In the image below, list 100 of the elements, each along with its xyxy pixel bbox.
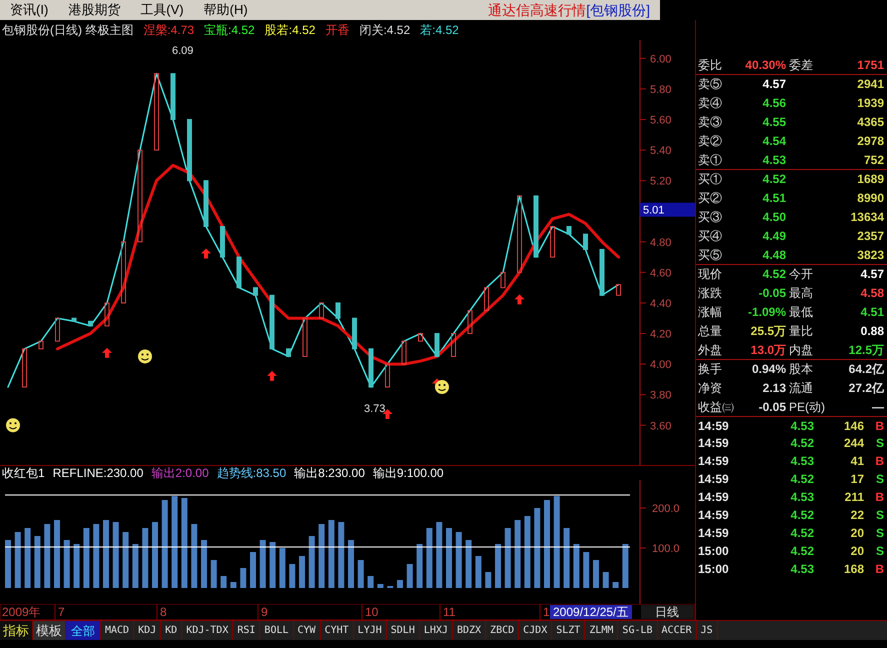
quote-label: 涨跌: [698, 284, 723, 302]
order-level-label: 买②: [698, 190, 723, 206]
quote-label: PE(动): [788, 398, 826, 416]
menu-item[interactable]: 资讯(I): [0, 0, 58, 20]
histogram-bar: [64, 540, 70, 588]
tick-volume: 168: [842, 561, 864, 578]
menu-item[interactable]: 港股期货: [58, 0, 130, 20]
axis-label: 4.00: [650, 359, 672, 372]
quote-value: 4.57: [860, 266, 884, 283]
mode-tab[interactable]: 指标: [0, 621, 33, 640]
histogram-bar: [416, 544, 423, 588]
order-price: 4.49: [762, 228, 786, 244]
histogram-bar: [299, 556, 305, 588]
tick-side: B: [874, 561, 884, 578]
histogram-bar: [191, 524, 198, 588]
candle: [418, 333, 423, 342]
mode-tab[interactable]: 模板: [33, 621, 66, 640]
histogram-bar: [573, 544, 580, 588]
quote-label: 最低: [788, 304, 814, 320]
order-level-label: 买①: [698, 171, 723, 188]
indicator-value: 开香: [325, 22, 350, 39]
candle: [583, 234, 588, 250]
candle: [104, 302, 110, 326]
indicator-value: 若:4.52: [420, 22, 459, 39]
candle: [336, 302, 340, 319]
candle: [600, 248, 604, 296]
axis-label: 5.80: [650, 84, 672, 96]
quote-label: 今开: [788, 266, 814, 283]
quote-label: 涨幅: [698, 304, 723, 320]
quote-value: 12.5万: [848, 342, 884, 358]
histogram-bar: [593, 560, 599, 588]
quote-label: 换手: [698, 361, 723, 378]
histogram-bar: [377, 584, 384, 588]
order-level-label: 买⑤: [698, 246, 723, 264]
tick-volume: 20: [850, 543, 864, 560]
quote-value: 0.88: [860, 322, 884, 340]
histogram-bar: [583, 552, 590, 588]
tick-side: B: [874, 453, 884, 470]
tick-volume: 20: [850, 525, 864, 542]
histogram-bar: [358, 560, 364, 588]
indicator-tab[interactable]: 全部: [66, 621, 101, 640]
order-price: 4.53: [762, 152, 786, 168]
histogram-bar: [34, 536, 40, 588]
candle: [385, 364, 390, 388]
menu-item[interactable]: 帮助(H): [194, 0, 258, 20]
tick-time: 14:59: [698, 418, 730, 435]
histogram-bar: [122, 532, 129, 588]
indicator-value: 输出2:0.00: [151, 465, 209, 482]
histogram-bar: [495, 544, 501, 588]
tick-side: B: [874, 489, 884, 506]
order-volume: 2941: [856, 76, 884, 93]
histogram-bar: [436, 522, 442, 588]
candle: [286, 348, 291, 357]
tick-time: 15:00: [698, 561, 730, 578]
quote-value: 25.5万: [750, 322, 786, 340]
histogram-bar: [524, 516, 530, 588]
tick-volume: 17: [850, 471, 864, 488]
order-price: 4.50: [762, 208, 786, 226]
month-label: 10: [365, 605, 378, 619]
candle: [500, 272, 506, 288]
axis-label: 5.20: [650, 176, 672, 188]
histogram-bar: [466, 540, 472, 588]
arrow-up-icon: [267, 370, 277, 381]
tick-side: S: [874, 543, 884, 560]
histogram-bar: [514, 520, 521, 588]
order-level-label: 卖③: [698, 114, 723, 130]
order-level-label: 卖④: [698, 94, 723, 112]
order-price: 4.57: [762, 76, 786, 93]
order-volume: 1939: [856, 94, 884, 112]
order-price: 4.56: [762, 94, 786, 112]
indicator-value: 趋势线:83.50: [216, 465, 286, 482]
price-annotation: 3.73: [364, 403, 386, 415]
axis-label: 200.0: [652, 503, 680, 515]
quote-label: 外盘: [698, 342, 723, 358]
histogram-bar: [612, 582, 619, 588]
histogram-bar: [622, 544, 628, 588]
candle: [534, 195, 538, 258]
candle: [319, 302, 324, 319]
histogram-bar: [318, 524, 325, 588]
histogram-bar: [602, 572, 609, 588]
tick-side: S: [874, 435, 884, 452]
menu-item[interactable]: 工具(V): [130, 0, 194, 20]
candle: [352, 318, 357, 350]
tick-time: 14:59: [698, 525, 730, 542]
histogram-bar: [240, 568, 246, 588]
axis-label: 5.40: [650, 145, 672, 158]
cursor-date-label: 2009/12/25/五: [550, 605, 632, 619]
order-price: 4.51: [762, 190, 786, 206]
indicator-value: 收红包1: [2, 465, 45, 482]
quote-value: 64.2亿: [848, 361, 884, 378]
tick-price: 4.52: [790, 525, 814, 542]
quote-value: 0.94%: [750, 361, 786, 378]
smiley-icon: [138, 349, 152, 364]
order-volume: 2978: [856, 132, 884, 150]
histogram-bar: [44, 524, 50, 588]
order-level-label: 买③: [698, 208, 723, 226]
candle: [550, 226, 555, 258]
period-label: 日线: [641, 605, 694, 619]
indicator-value: 输出9:100.00: [372, 465, 444, 482]
month-label: 7: [58, 605, 65, 619]
